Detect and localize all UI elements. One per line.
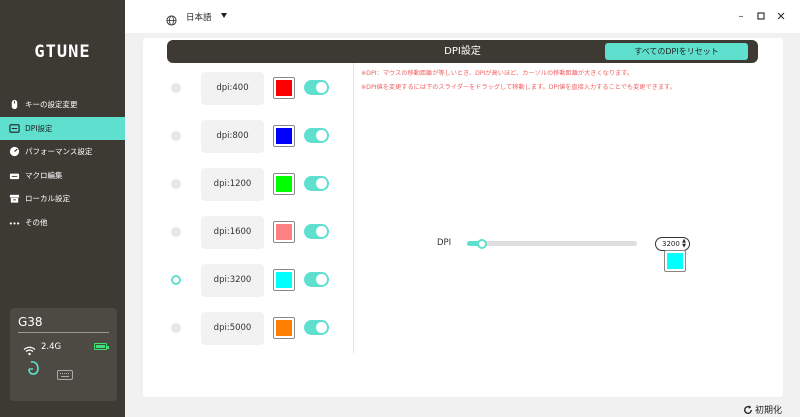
sidebar-item-label: マクロ編集 — [25, 170, 63, 180]
refresh-icon — [744, 404, 752, 414]
dpi-slider-thumb[interactable] — [477, 239, 488, 249]
dpi-label[interactable]: dpi:3200 — [201, 264, 264, 297]
sidebar-item-key-settings[interactable]: キーの設定変更 — [0, 93, 125, 117]
dpi-color-swatch[interactable] — [273, 173, 295, 195]
dpi-value: 3200 — [662, 240, 680, 248]
dpi-label[interactable]: dpi:5000 — [201, 312, 264, 345]
sidebar: GTUNE キーの設定変更 DPI設定 パフォーマンス設定 マクロ編集 ローカル… — [0, 0, 125, 417]
device-mouse-icon[interactable] — [27, 360, 41, 380]
dpi-radio[interactable] — [171, 83, 181, 93]
dpi-color-swatch[interactable] — [273, 221, 295, 243]
dpi-color-fill — [276, 320, 292, 336]
dpi-row: dpi:1200 — [143, 166, 343, 202]
panel-header: DPI設定 すべてのDPIをリセット — [167, 40, 758, 63]
dpi-slider-label: DPI — [437, 238, 452, 248]
sidebar-item-label: パフォーマンス設定 — [25, 147, 93, 157]
speedometer-icon — [9, 146, 20, 157]
device-card: G38 2.4G — [10, 308, 117, 401]
dpi-color-fill — [276, 80, 292, 96]
initialize-button[interactable]: 初期化 — [743, 403, 782, 416]
dpi-label[interactable]: dpi:1600 — [201, 216, 264, 249]
dpi-color-fill — [276, 224, 292, 240]
dpi-icon — [9, 123, 20, 134]
dpi-value-input[interactable]: 3200 ▲ ▼ — [655, 237, 690, 251]
macro-icon — [9, 170, 20, 181]
dpi-enable-toggle[interactable] — [304, 224, 329, 239]
dpi-color-fill — [276, 176, 292, 192]
dpi-row: dpi:800 — [143, 118, 343, 154]
close-button[interactable] — [774, 9, 788, 23]
top-bar: 日本語 – — [125, 0, 800, 33]
sidebar-nav: キーの設定変更 DPI設定 パフォーマンス設定 マクロ編集 ローカル設定 その他 — [0, 93, 125, 234]
dpi-radio[interactable] — [171, 323, 181, 333]
panel-divider — [353, 63, 354, 353]
dpi-radio[interactable] — [171, 227, 181, 237]
connection-band: 2.4G — [41, 342, 62, 352]
current-color-fill — [667, 253, 683, 269]
dpi-radio[interactable] — [171, 131, 181, 141]
globe-icon[interactable] — [166, 11, 177, 30]
dpi-enable-toggle[interactable] — [304, 320, 329, 335]
dpi-label[interactable]: dpi:400 — [201, 72, 264, 105]
device-keyboard-icon[interactable] — [57, 365, 73, 384]
dpi-enable-toggle[interactable] — [304, 176, 329, 191]
mouse-icon — [9, 99, 20, 110]
note-text: ※DPI：マウスの移動距離が等しいとき、DPIが高いほど、カーソルの移動距離が大… — [361, 70, 633, 77]
dpi-color-fill — [276, 272, 292, 288]
dpi-color-swatch[interactable] — [273, 77, 295, 99]
sidebar-item-performance[interactable]: パフォーマンス設定 — [0, 140, 125, 164]
app-logo: GTUNE — [34, 42, 91, 62]
dpi-slider[interactable] — [467, 241, 637, 246]
dpi-enable-toggle[interactable] — [304, 272, 329, 287]
initialize-label: 初期化 — [755, 406, 783, 416]
more-icon — [9, 217, 20, 228]
dpi-color-swatch[interactable] — [273, 269, 295, 291]
language-select[interactable]: 日本語 — [186, 11, 212, 23]
spinner-icon[interactable]: ▲ ▼ — [682, 239, 686, 249]
note-text: ※DPI値を変更するには下のスライダーをドラッグして移動します。DPI値を直接入… — [361, 84, 676, 91]
main-panel: DPI設定 すべてのDPIをリセット dpi:400 dpi:800 dpi:120… — [143, 38, 783, 397]
sidebar-item-label: DPI設定 — [25, 123, 53, 133]
device-name: G38 — [18, 315, 43, 329]
current-color-swatch[interactable] — [664, 250, 686, 272]
sidebar-item-label: その他 — [25, 217, 48, 227]
dpi-label[interactable]: dpi:800 — [201, 120, 264, 153]
local-settings-icon — [9, 193, 20, 204]
sidebar-item-macro[interactable]: マクロ編集 — [0, 164, 125, 188]
sidebar-item-label: ローカル設定 — [25, 194, 70, 204]
dpi-label[interactable]: dpi:1200 — [201, 168, 264, 201]
sidebar-item-other[interactable]: その他 — [0, 211, 125, 235]
dpi-row: dpi:400 — [143, 70, 343, 106]
dpi-color-fill — [276, 128, 292, 144]
battery-icon — [94, 343, 109, 350]
dpi-enable-toggle[interactable] — [304, 128, 329, 143]
dpi-row: dpi:1600 — [143, 214, 343, 250]
dpi-row: dpi:5000 — [143, 310, 343, 346]
minimize-button[interactable]: – — [734, 9, 748, 23]
chevron-down-icon[interactable] — [221, 13, 227, 18]
reset-all-dpi-button[interactable]: すべてのDPIをリセット — [605, 43, 748, 60]
maximize-button[interactable] — [754, 9, 768, 23]
device-divider — [18, 332, 109, 333]
dpi-color-swatch[interactable] — [273, 317, 295, 339]
dpi-enable-toggle[interactable] — [304, 80, 329, 95]
dpi-radio[interactable] — [171, 275, 181, 285]
dpi-radio[interactable] — [171, 179, 181, 189]
dpi-color-swatch[interactable] — [273, 125, 295, 147]
notes: ※DPI：マウスの移動距離が等しいとき、DPIが高いほど、カーソルの移動距離が大… — [361, 67, 676, 95]
dpi-row: dpi:3200 — [143, 262, 343, 298]
sidebar-item-local-settings[interactable]: ローカル設定 — [0, 187, 125, 211]
wifi-icon — [23, 341, 36, 360]
sidebar-item-dpi-settings[interactable]: DPI設定 — [0, 116, 125, 140]
sidebar-item-label: キーの設定変更 — [25, 100, 78, 110]
